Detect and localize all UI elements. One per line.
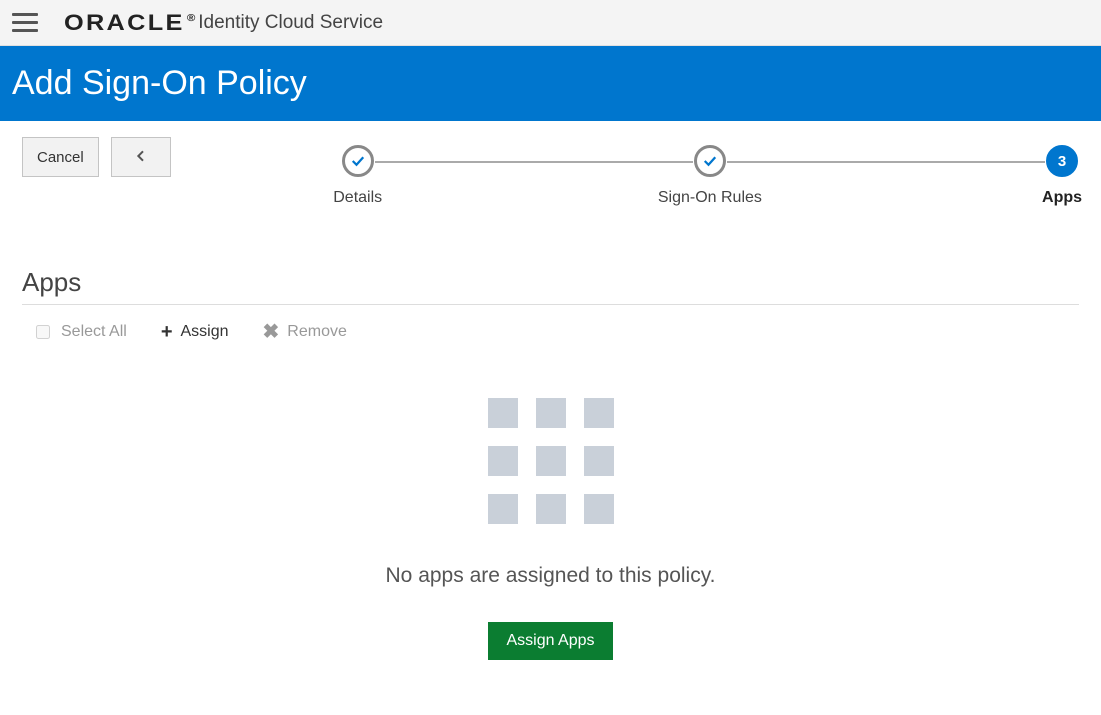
assign-apps-button[interactable]: Assign Apps <box>488 622 612 660</box>
close-icon: ✖ <box>263 319 280 344</box>
remove-label: Remove <box>287 323 347 341</box>
step-number-icon: 3 <box>1046 145 1078 177</box>
product-name: Identity Cloud Service <box>198 12 383 34</box>
brand-logo: ORACLE® <box>64 10 198 36</box>
page-title: Add Sign-On Policy <box>0 46 1101 121</box>
check-icon <box>342 145 374 177</box>
apps-grid-icon <box>488 398 614 524</box>
topbar: ORACLE® Identity Cloud Service <box>0 0 1101 46</box>
select-all-label: Select All <box>61 323 127 341</box>
wizard-step-label: Sign-On Rules <box>658 189 762 207</box>
wizard-step-signon-rules[interactable]: Sign-On Rules <box>693 145 727 177</box>
plus-icon: + <box>161 322 173 342</box>
wizard-step-apps[interactable]: 3 Apps <box>1045 145 1079 177</box>
cancel-button[interactable]: Cancel <box>22 137 99 177</box>
select-all-checkbox[interactable]: Select All <box>32 322 127 342</box>
assign-button[interactable]: + Assign <box>161 322 229 342</box>
empty-message: No apps are assigned to this policy. <box>22 564 1079 588</box>
wizard-step-label: Apps <box>1042 189 1082 207</box>
assign-label: Assign <box>181 323 229 341</box>
remove-button[interactable]: ✖ Remove <box>263 319 347 344</box>
apps-toolbar: Select All + Assign ✖ Remove <box>22 305 1079 358</box>
wizard-steps: Details Sign-On Rules 3 Apps <box>341 137 1079 177</box>
empty-state: No apps are assigned to this policy. Ass… <box>22 398 1079 660</box>
back-button[interactable] <box>111 137 171 177</box>
checkbox-input[interactable] <box>36 325 50 339</box>
hamburger-menu-icon[interactable] <box>12 9 40 37</box>
section-title: Apps <box>22 267 1079 305</box>
chevron-left-icon <box>133 148 149 167</box>
wizard-step-label: Details <box>333 189 382 207</box>
check-icon <box>694 145 726 177</box>
wizard-step-details[interactable]: Details <box>341 145 375 177</box>
